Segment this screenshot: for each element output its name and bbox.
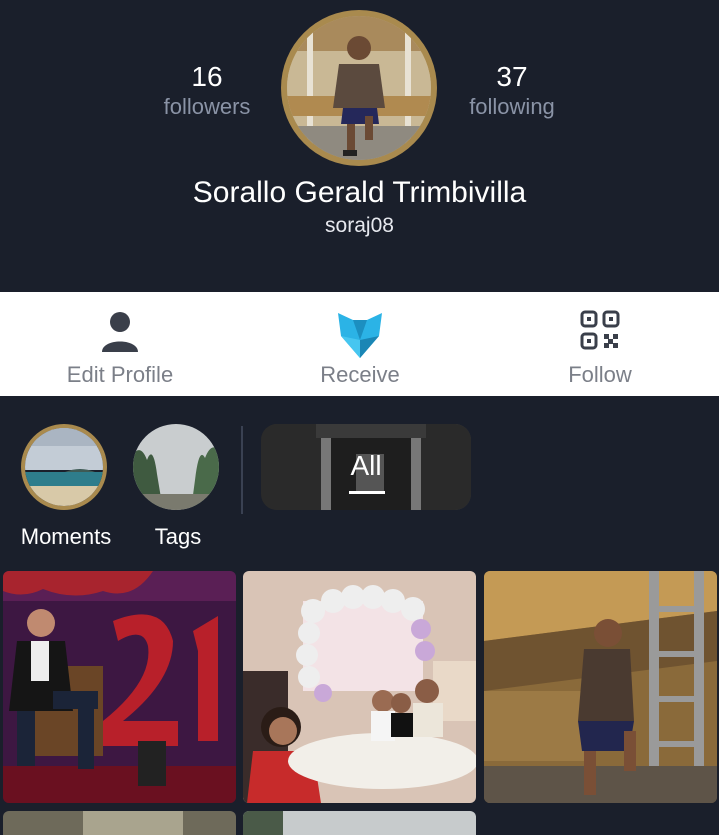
- user-icon: [102, 312, 138, 352]
- photo-partial: [243, 811, 476, 835]
- tags-label: Tags: [154, 524, 202, 549]
- followers-count: 16: [191, 61, 223, 92]
- followers-stat[interactable]: 16 followers: [137, 60, 277, 120]
- photo-tile[interactable]: [243, 811, 476, 835]
- following-label: following: [469, 94, 555, 119]
- story-tags[interactable]: Tags: [133, 424, 223, 550]
- story-moments[interactable]: Moments: [21, 424, 111, 550]
- fox-logo-icon: [338, 313, 382, 358]
- tags-thumbnail: [133, 424, 219, 510]
- following-count: 37: [496, 61, 528, 92]
- profile-name: Sorallo Gerald Trimbivilla: [192, 176, 527, 209]
- photo-birthday-portrait: [3, 571, 236, 803]
- follow-button[interactable]: Follow: [480, 292, 719, 396]
- all-filter-label: All: [350, 450, 382, 481]
- stories-divider: [241, 426, 243, 514]
- moments-label: Moments: [20, 524, 112, 549]
- receive-label: Receive: [320, 362, 400, 387]
- profile-header: 16 followers 37 following Sorallo Gerald…: [0, 0, 719, 292]
- photo-tile[interactable]: [243, 571, 476, 803]
- qr-code-icon: [580, 310, 620, 350]
- photo-ladder-pose: [484, 571, 717, 803]
- action-bar: Edit Profile Receive Follow: [0, 292, 719, 396]
- photo-tile[interactable]: [3, 571, 236, 803]
- photo-tile[interactable]: [484, 571, 717, 803]
- avatar-photo: [287, 16, 431, 160]
- edit-profile-label: Edit Profile: [66, 362, 174, 387]
- receive-button[interactable]: Receive: [240, 292, 480, 396]
- edit-profile-button[interactable]: Edit Profile: [0, 292, 240, 396]
- avatar[interactable]: [281, 10, 437, 166]
- all-filter-underline: [349, 491, 385, 494]
- photo-tile[interactable]: [3, 811, 236, 835]
- moments-thumbnail: [21, 424, 107, 510]
- profile-handle: soraj08: [325, 214, 394, 237]
- follow-label: Follow: [568, 362, 632, 387]
- photo-partial: [3, 811, 236, 835]
- followers-label: followers: [163, 94, 251, 119]
- following-stat[interactable]: 37 following: [442, 60, 582, 120]
- photo-party-table: [243, 571, 476, 803]
- all-filter-chip[interactable]: All: [261, 424, 471, 510]
